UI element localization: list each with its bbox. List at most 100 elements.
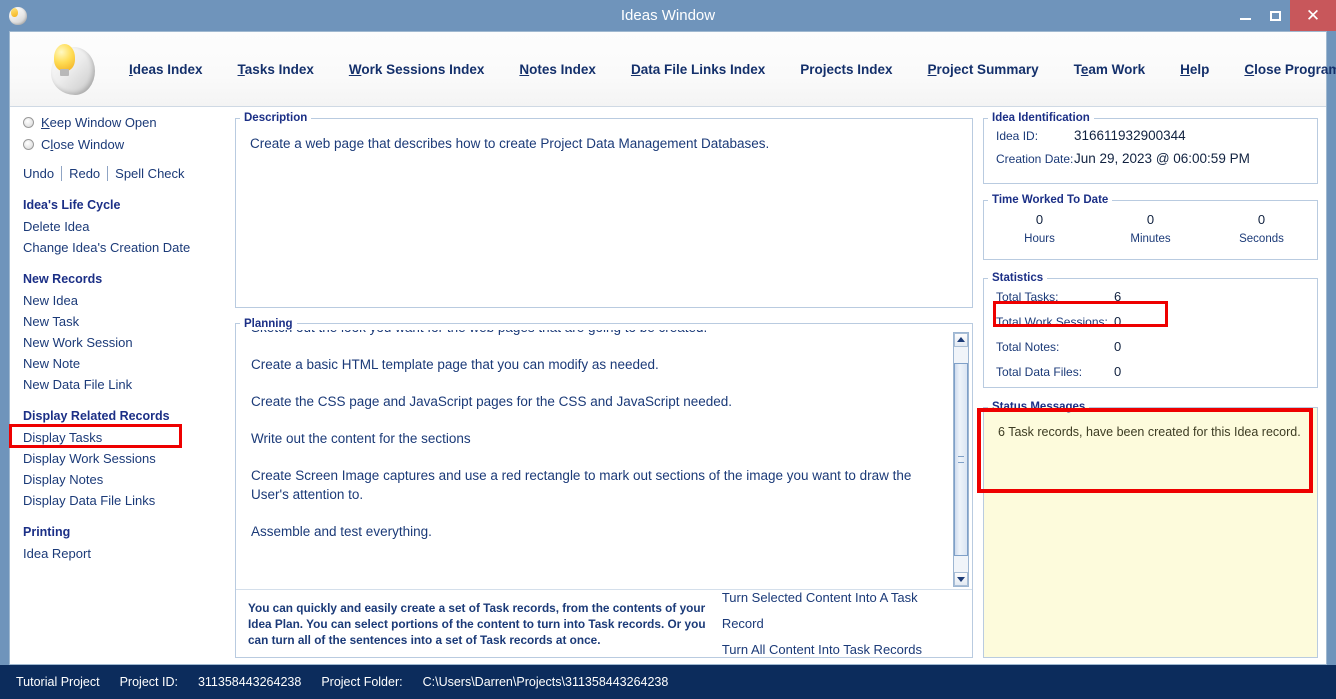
- planning-legend: Planning: [244, 317, 293, 330]
- menu-item-help[interactable]: Help: [1180, 62, 1209, 77]
- radio-icon: [23, 139, 34, 150]
- window-body: Keep Window Open Close Window Undo Redo …: [9, 107, 1326, 664]
- sidebar-item-new-idea[interactable]: New Idea: [23, 290, 229, 311]
- statistics-panel: Statistics Total Tasks: 6 Total Work Ses…: [983, 272, 1318, 388]
- total-data-files-value: 0: [1114, 364, 1122, 379]
- radio-close-window[interactable]: Close Window: [23, 134, 229, 155]
- minimize-button[interactable]: [1230, 0, 1260, 31]
- planning-scrollbar[interactable]: [953, 331, 969, 587]
- radio-close-window-label: Close Window: [41, 137, 125, 152]
- ideas-window: Ideas Window ✕ Ideas Index Tasks Index W…: [0, 0, 1336, 699]
- planning-panel: Planning Sketch out the look you want fo…: [235, 317, 973, 658]
- planning-line: Create a basic HTML template page that y…: [251, 356, 659, 372]
- total-notes-value: 0: [1114, 339, 1122, 354]
- total-notes-label: Total Notes:: [996, 339, 1060, 354]
- undo-link[interactable]: Undo: [23, 166, 54, 181]
- description-legend: Description: [244, 112, 308, 124]
- menu-item-close-program[interactable]: Close Program: [1244, 62, 1336, 77]
- stat-row-total-notes: Total Notes: 0: [984, 334, 1317, 359]
- spell-check-link[interactable]: Spell Check: [115, 166, 184, 181]
- scroll-up-button[interactable]: [954, 332, 968, 347]
- sidebar-item-display-tasks[interactable]: Display Tasks: [23, 427, 102, 448]
- divider: [107, 165, 109, 181]
- idea-id-row: Idea ID: 316611932900344: [984, 124, 1317, 147]
- menu-item-data-file-links-index[interactable]: Data File Links Index: [631, 62, 765, 77]
- menu-item-project-summary[interactable]: Project Summary: [928, 62, 1039, 77]
- stat-row-total-work-sessions: Total Work Sessions: 0: [984, 309, 1317, 334]
- idea-identification-legend: Idea Identification: [992, 112, 1090, 124]
- menu-item-team-work[interactable]: Team Work: [1074, 62, 1146, 77]
- turn-selected-content-into-task-link[interactable]: Turn Selected Content Into A Task Record: [722, 585, 960, 637]
- idea-identification-panel: Idea Identification Idea ID: 31661193290…: [983, 112, 1318, 184]
- right-column: Idea Identification Idea ID: 31661193290…: [977, 107, 1326, 664]
- time-worked-panel: Time Worked To Date 0 Hours 0 Minutes 0: [983, 194, 1318, 260]
- idea-id-label: Idea ID:: [996, 128, 1039, 143]
- sidebar-item-new-data-file-link[interactable]: New Data File Link: [23, 374, 229, 395]
- stat-row-total-data-files: Total Data Files: 0: [984, 359, 1317, 384]
- sidebar-item-idea-report[interactable]: Idea Report: [23, 543, 229, 564]
- menu-item-notes-index[interactable]: Notes Index: [519, 62, 596, 77]
- group-heading-new-records: New Records: [23, 272, 103, 286]
- total-work-sessions-label: Total Work Sessions:: [996, 314, 1108, 329]
- statusbar-project-name: Tutorial Project: [16, 675, 100, 689]
- hours-value: 0: [1035, 212, 1044, 227]
- group-heading-idea-life-cycle: Idea's Life Cycle: [23, 198, 121, 212]
- sidebar-item-change-creation-date[interactable]: Change Idea's Creation Date: [23, 237, 229, 258]
- seconds-value: 0: [1257, 212, 1266, 227]
- client-area: Ideas Index Tasks Index Work Sessions In…: [9, 31, 1336, 665]
- planning-line: Assemble and test everything.: [251, 523, 432, 539]
- menu-item-work-sessions-index[interactable]: Work Sessions Index: [349, 62, 485, 77]
- time-cell-hours: 0 Hours: [984, 210, 1095, 248]
- minutes-value: 0: [1146, 212, 1155, 227]
- time-worked-legend: Time Worked To Date: [992, 194, 1109, 206]
- menu-item-ideas-index[interactable]: Ideas Index: [129, 62, 203, 77]
- scrollbar-thumb[interactable]: [954, 362, 968, 556]
- stat-row-total-tasks: Total Tasks: 6: [984, 284, 1317, 309]
- radio-icon: [23, 117, 34, 128]
- menu-item-tasks-index[interactable]: Tasks Index: [238, 62, 314, 77]
- maximize-button[interactable]: [1260, 0, 1290, 31]
- planning-line: Sketch out the look you want for the web…: [251, 330, 939, 337]
- idea-id-value: 316611932900344: [1074, 128, 1186, 143]
- radio-keep-window-open-label: Keep Window Open: [41, 115, 157, 130]
- time-worked-grid: 0 Hours 0 Minutes 0 Seconds: [984, 206, 1317, 248]
- statusbar-project-id: 311358443264238: [197, 675, 302, 689]
- left-sidebar: Keep Window Open Close Window Undo Redo …: [9, 107, 229, 664]
- sidebar-item-delete-idea[interactable]: Delete Idea: [23, 216, 229, 237]
- title-bar: Ideas Window ✕: [0, 0, 1336, 31]
- turn-all-content-into-tasks-link[interactable]: Turn All Content Into Task Records: [722, 637, 960, 663]
- radio-keep-window-open[interactable]: Keep Window Open: [23, 112, 229, 133]
- divider: [61, 165, 63, 181]
- scroll-down-button[interactable]: [954, 572, 968, 586]
- status-bar: Tutorial Project Project ID: 31135844326…: [0, 665, 1336, 699]
- brand-lightbulb-head-icon: [43, 41, 99, 97]
- planning-actions: Turn Selected Content Into A Task Record…: [722, 585, 960, 663]
- sidebar-item-new-note[interactable]: New Note: [23, 353, 229, 374]
- menu-item-projects-index[interactable]: Projects Index: [800, 62, 892, 77]
- time-cell-minutes: 0 Minutes: [1095, 210, 1206, 248]
- lightbulb-shape: [54, 44, 75, 76]
- close-button[interactable]: ✕: [1290, 0, 1336, 31]
- sidebar-item-display-data-file-links[interactable]: Display Data File Links: [23, 490, 229, 511]
- sidebar-item-display-notes[interactable]: Display Notes: [23, 469, 229, 490]
- status-messages-panel: Status Messages 6 Task records, have bee…: [977, 401, 1318, 658]
- edit-actions-row: Undo Redo Spell Check: [23, 162, 229, 184]
- maximize-icon: [1269, 10, 1281, 21]
- sidebar-item-new-work-session[interactable]: New Work Session: [23, 332, 229, 353]
- time-cell-seconds: 0 Seconds: [1206, 210, 1317, 248]
- sidebar-item-new-task[interactable]: New Task: [23, 311, 229, 332]
- display-tasks-container: Display Tasks: [9, 424, 182, 448]
- planning-text-area[interactable]: Sketch out the look you want for the web…: [237, 329, 971, 589]
- creation-date-value: Jun 29, 2023 @ 06:00:59 PM: [1074, 151, 1250, 166]
- arrow-down-icon: [957, 576, 965, 582]
- arrow-up-icon: [957, 337, 965, 343]
- description-panel: Description Create a web page that descr…: [235, 112, 973, 308]
- group-heading-printing: Printing: [23, 525, 71, 539]
- redo-link[interactable]: Redo: [69, 166, 100, 181]
- group-heading-display-related-records: Display Related Records: [23, 409, 170, 423]
- total-tasks-value: 6: [1114, 289, 1122, 304]
- planning-content: Sketch out the look you want for the web…: [237, 330, 953, 565]
- sidebar-item-display-work-sessions[interactable]: Display Work Sessions: [23, 448, 229, 469]
- description-text[interactable]: Create a web page that describes how to …: [236, 124, 972, 163]
- creation-date-row: Creation Date: Jun 29, 2023 @ 06:00:59 P…: [984, 147, 1317, 170]
